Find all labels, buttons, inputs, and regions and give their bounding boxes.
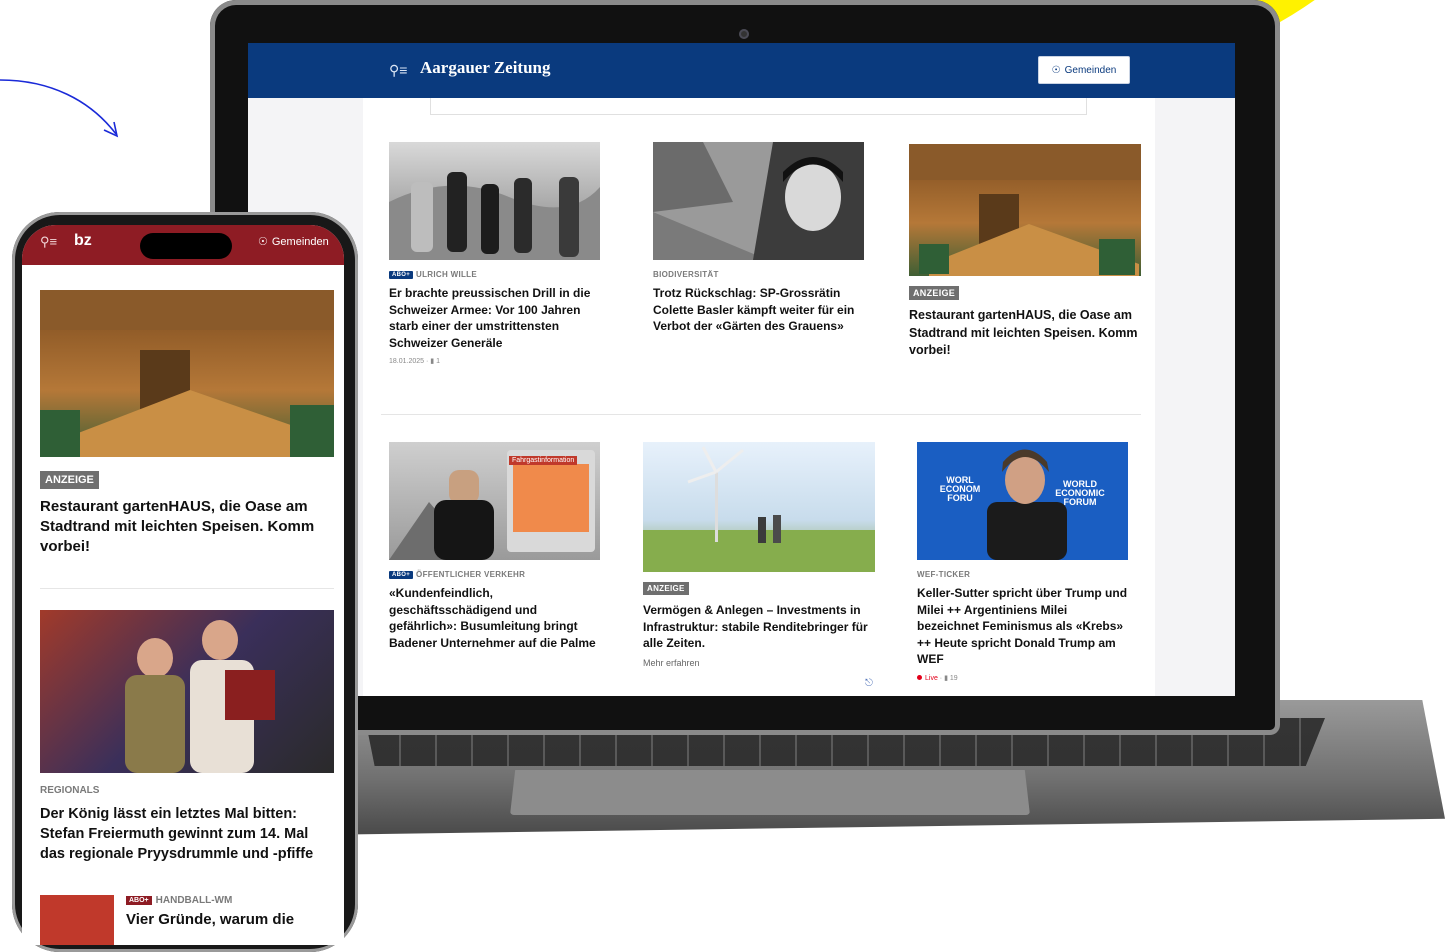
article-kicker: BIODIVERSITÄT xyxy=(653,270,719,279)
article-thumbnail[interactable] xyxy=(40,895,114,945)
article-title[interactable]: Keller-Sutter spricht über Trump und Mil… xyxy=(917,585,1129,668)
article-image[interactable] xyxy=(40,610,334,773)
article-meta: Live · ▮ 19 xyxy=(917,674,1129,682)
ad-card[interactable]: ANZEIGE Restaurant gartenHAUS, die Oase … xyxy=(40,290,334,557)
search-menu-icon[interactable]: ⚲≡ xyxy=(40,234,57,250)
search-menu-icon[interactable]: ⚲≡ xyxy=(389,62,407,79)
sign-label: Fahrgastinformation xyxy=(509,456,578,465)
comment-count: 1 xyxy=(436,358,440,365)
laptop-screen: ⚲≡ Aargauer Zeitung ☉ Gemeinden abo+ xyxy=(248,43,1235,696)
comment-count: 19 xyxy=(949,674,958,682)
article-kicker: abo+ ÖFFENTLICHER VERKEHR xyxy=(389,570,601,579)
site-logo[interactable]: Aargauer Zeitung xyxy=(420,58,551,78)
abo-badge: abo+ xyxy=(126,896,152,905)
article-card[interactable]: BIODIVERSITÄT Trotz Rückschlag: SP-Gross… xyxy=(653,142,865,335)
live-label: Live xyxy=(925,674,938,682)
article-image[interactable] xyxy=(653,142,864,260)
ad-card[interactable]: ANZEIGE Restaurant gartenHAUS, die Oase … xyxy=(909,144,1141,360)
article-kicker: abo+ ULRICH WILLE xyxy=(389,270,601,279)
ad-image[interactable] xyxy=(909,144,1141,276)
article-title[interactable]: Er brachte preussischen Drill in die Sch… xyxy=(389,285,601,351)
compass-icon: ☉ xyxy=(1051,64,1061,76)
ad-title[interactable]: Vermögen & Anlegen – Investments in Infr… xyxy=(643,602,875,652)
article-date: 18.01.2025 xyxy=(389,358,425,365)
comment-icon: ▮ xyxy=(430,358,435,365)
divider xyxy=(40,588,334,589)
wef-logo-right: WORLD ECONOMIC FORUM xyxy=(1055,479,1105,507)
ad-title[interactable]: Restaurant gartenHAUS, die Oase am Stadt… xyxy=(40,497,334,557)
article-meta: 18.01.2025 · ▮ 1 xyxy=(389,358,440,365)
article-title[interactable]: Vier Gründe, warum die xyxy=(126,910,294,930)
laptop-trackpad xyxy=(510,770,1030,815)
abo-badge: abo+ xyxy=(389,570,414,579)
kicker-label: ÖFFENTLICHER VERKEHR xyxy=(416,570,526,579)
ad-title[interactable]: Restaurant gartenHAUS, die Oase am Stadt… xyxy=(909,307,1141,360)
article-kicker: REGIONALS xyxy=(40,785,100,796)
gemeinden-label: Gemeinden xyxy=(271,235,329,248)
sub-navigation xyxy=(430,98,1087,115)
laptop-camera-icon xyxy=(739,29,749,39)
article-card[interactable]: Fahrgastinformation abo+ ÖFFENTLICHER VE… xyxy=(389,442,601,651)
article-image[interactable]: Fahrgastinformation xyxy=(389,442,600,560)
site-logo[interactable]: bz xyxy=(74,232,92,250)
kicker-label: ULRICH WILLE xyxy=(416,270,477,279)
article-grid: abo+ ULRICH WILLE Er brachte preussische… xyxy=(363,98,1155,696)
gemeinden-button[interactable]: ☉ Gemeinden xyxy=(1038,56,1130,84)
article-title[interactable]: Trotz Rückschlag: SP-Grossrätin Colette … xyxy=(653,285,865,335)
article-card[interactable]: WORL ECONOM FORU WORLD ECONOMIC FORUM WE… xyxy=(917,442,1129,682)
ad-image[interactable] xyxy=(40,290,334,457)
laptop-header: ⚲≡ Aargauer Zeitung ☉ Gemeinden xyxy=(248,43,1235,98)
more-link[interactable]: Mehr erfahren xyxy=(643,658,875,668)
article-title[interactable]: «Kundenfeindlich, geschäftsschädigend un… xyxy=(389,585,601,651)
ad-card[interactable]: ANZEIGE Vermögen & Anlegen – Investments… xyxy=(643,442,875,668)
article-image[interactable]: WORL ECONOM FORU WORLD ECONOMIC FORUM xyxy=(917,442,1128,560)
gemeinden-label: Gemeinden xyxy=(1064,64,1117,76)
live-indicator-icon xyxy=(917,674,922,680)
article-kicker: WEF-TICKER xyxy=(917,570,971,579)
abo-badge: abo+ xyxy=(389,270,414,279)
article-kicker: abo+ HANDBALL-WM xyxy=(126,895,294,906)
article-card[interactable]: REGIONALS Der König lässt ein letztes Ma… xyxy=(40,610,334,864)
ad-badge: ANZEIGE xyxy=(909,286,960,300)
ad-badge: ANZEIGE xyxy=(40,471,99,489)
wef-logo-left: WORL ECONOM FORU xyxy=(939,475,981,503)
article-image[interactable] xyxy=(389,142,600,260)
arrow-decoration-icon xyxy=(0,79,119,138)
phone-screen: ⚲≡ bz ☉ Gemeinden ANZEIGE Restaurant gar… xyxy=(22,225,344,945)
article-title[interactable]: Der König lässt ein letztes Mal bitten: … xyxy=(40,804,334,864)
article-card[interactable]: abo+ ULRICH WILLE Er brachte preussische… xyxy=(389,142,601,365)
row-divider xyxy=(381,414,1141,415)
compass-icon: ☉ xyxy=(258,236,268,248)
ad-image[interactable] xyxy=(643,442,875,572)
kicker-label: HANDBALL-WM xyxy=(155,895,233,906)
dynamic-island xyxy=(140,233,232,259)
ad-info-icon[interactable]: ⎋ xyxy=(865,678,873,689)
ad-badge: ANZEIGE xyxy=(643,582,689,595)
phone-header: ⚲≡ bz ☉ Gemeinden xyxy=(22,225,344,265)
comment-icon: ▮ xyxy=(944,674,948,682)
gemeinden-button[interactable]: ☉ Gemeinden xyxy=(258,235,329,249)
